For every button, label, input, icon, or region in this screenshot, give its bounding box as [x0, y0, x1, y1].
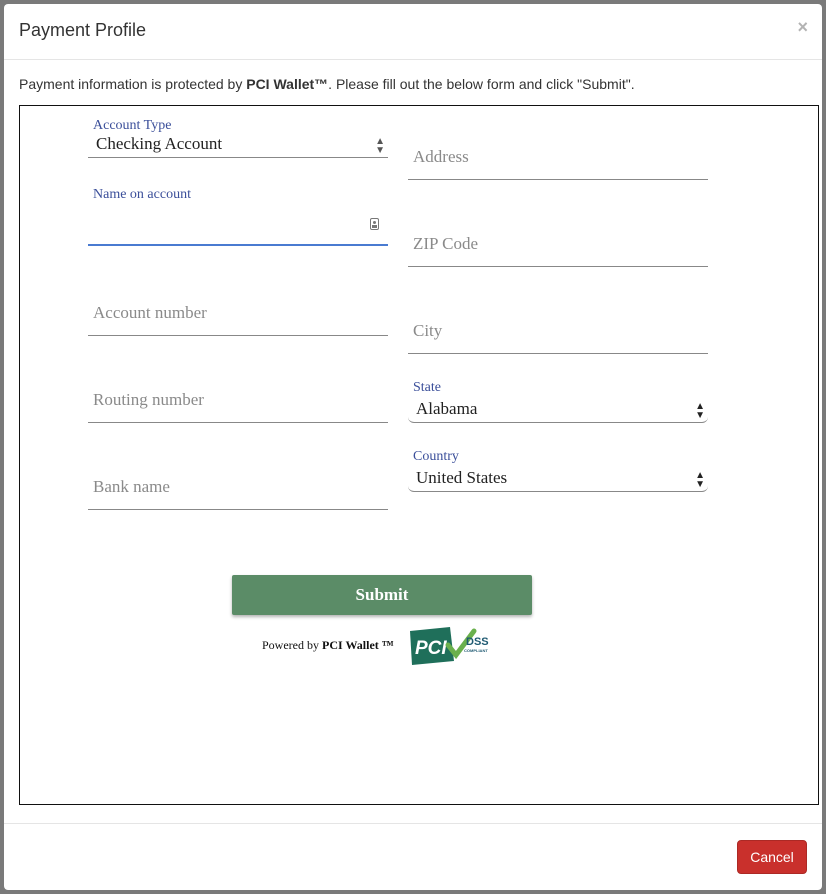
zip-code-input[interactable]: ZIP Code	[408, 215, 708, 267]
account-type-label: Account Type	[93, 118, 172, 133]
modal-title: Payment Profile	[19, 20, 147, 40]
intro-prefix: Payment information is protected by	[19, 76, 247, 92]
intro-text: Payment information is protected by PCI …	[19, 76, 635, 92]
modal-footer: Cancel	[4, 823, 822, 890]
bank-name-input[interactable]: Bank name	[88, 458, 388, 510]
intro-suffix: . Please fill out the below form and cli…	[328, 76, 635, 92]
dss-logo-text: DSS	[466, 636, 489, 648]
name-on-account-input[interactable]: Name on account	[88, 176, 388, 246]
modal-header: Payment Profile ×	[4, 4, 822, 60]
cancel-button[interactable]: Cancel	[737, 840, 807, 874]
pci-logo-text: PCI	[415, 638, 447, 659]
address-input[interactable]: Address	[408, 128, 708, 180]
country-label: Country	[413, 449, 459, 464]
select-arrows-icon: ▲ ▼	[695, 470, 705, 490]
pci-dss-logo: PCI DSS COMPLIANT	[410, 627, 489, 665]
close-icon[interactable]: ×	[797, 18, 808, 36]
select-arrows-icon: ▲ ▼	[375, 136, 385, 156]
account-number-placeholder: Account number	[93, 303, 207, 322]
address-placeholder: Address	[413, 147, 469, 166]
bank-name-placeholder: Bank name	[93, 477, 170, 496]
compliant-logo-text: COMPLIANT	[464, 648, 488, 653]
powered-brand: PCI Wallet ™	[322, 638, 394, 652]
account-number-input[interactable]: Account number	[88, 284, 388, 336]
select-arrows-icon: ▲ ▼	[695, 401, 705, 421]
routing-number-input[interactable]: Routing number	[88, 371, 388, 423]
country-select[interactable]: Country United States ▲ ▼	[408, 440, 708, 492]
state-value: Alabama	[416, 399, 478, 418]
city-input[interactable]: City	[408, 302, 708, 354]
city-placeholder: City	[413, 321, 443, 340]
name-on-account-label: Name on account	[93, 187, 191, 202]
submit-button[interactable]: Submit	[232, 575, 532, 615]
state-label: State	[413, 380, 441, 395]
contact-card-icon[interactable]	[370, 218, 379, 230]
intro-brand: PCI Wallet™	[246, 76, 329, 92]
powered-by-text: Powered by PCI Wallet ™	[262, 638, 394, 653]
routing-number-placeholder: Routing number	[93, 390, 204, 409]
payment-form-frame: Account Type Checking Account ▲ ▼ Name on…	[19, 105, 819, 805]
powered-prefix: Powered by	[262, 638, 322, 652]
account-type-value: Checking Account	[96, 134, 223, 153]
state-select[interactable]: State Alabama ▲ ▼	[408, 371, 708, 423]
account-type-select[interactable]: Account Type Checking Account ▲ ▼	[88, 106, 388, 158]
payment-profile-modal: Payment Profile × Payment information is…	[4, 4, 822, 890]
zip-code-placeholder: ZIP Code	[413, 234, 479, 253]
country-value: United States	[416, 468, 508, 487]
